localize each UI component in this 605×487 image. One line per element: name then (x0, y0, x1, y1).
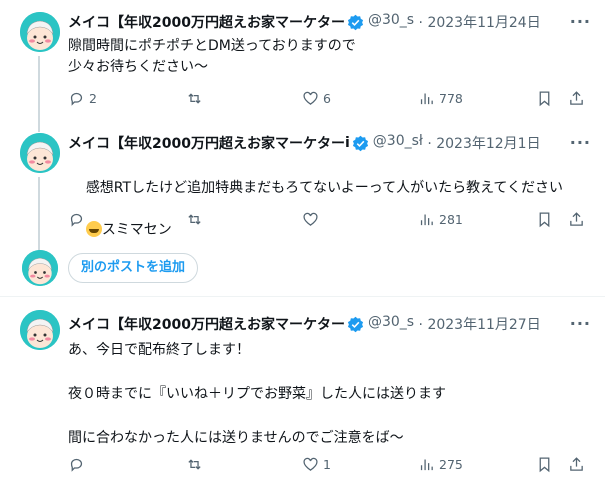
reply-button[interactable] (68, 456, 89, 473)
tweet-meta: @30_sł · 2023年12月1日 (373, 133, 541, 153)
views-icon (420, 214, 433, 226)
tweet[interactable]: メイコ【年収2000万円超えお家マーケター @30_s · 2023年11月27… (0, 297, 605, 487)
display-name[interactable]: メイコ【年収2000万円超えお家マーケター (68, 133, 345, 153)
share-icon (570, 91, 583, 105)
bookmark-icon (539, 212, 550, 228)
thread-line (38, 125, 40, 132)
retweet-button[interactable] (186, 211, 207, 228)
bookmark-button[interactable] (536, 211, 553, 228)
like-button[interactable]: 6 (302, 90, 331, 107)
tweet[interactable]: メイコ【年収2000万円超えお家マーケター @30_s · 2023年11月24… (0, 0, 605, 125)
views-button[interactable]: 275 (418, 456, 463, 473)
more-icon[interactable]: ··· (570, 12, 591, 31)
tweet-date[interactable]: 2023年12月1日 (436, 136, 540, 152)
reply-button[interactable]: 2 (68, 90, 97, 107)
tweet-text-line: 感想RTしたけど追加特典まだもろてないよーって人がいたら教えてください (85, 180, 563, 196)
views-icon (420, 93, 433, 105)
more-icon[interactable]: ··· (570, 133, 591, 152)
display-name[interactable]: メイコ【年収2000万円超えお家マーケター (68, 12, 345, 32)
bookmark-icon (539, 457, 550, 473)
handle[interactable]: @30_s (368, 12, 414, 28)
verified-icon (352, 135, 368, 151)
handle[interactable]: @30_sł (373, 133, 423, 149)
like-count: 1 (323, 457, 331, 472)
display-name[interactable]: メイコ【年収2000万円超えお家マーケター (68, 314, 345, 334)
tweet-header: メイコ【年収2000万円超えお家マーケター i @30_sł · 2023年12… (68, 133, 593, 153)
tweet-date[interactable]: 2023年11月27日 (427, 317, 540, 333)
tweet-meta: @30_s · 2023年11月27日 (368, 314, 541, 334)
retweet-icon (188, 214, 201, 225)
tweet-header: メイコ【年収2000万円超えお家マーケター @30_s · 2023年11月24… (68, 12, 593, 32)
handle[interactable]: @30_s (368, 314, 414, 330)
avatar[interactable] (20, 12, 60, 52)
separator: · (427, 136, 432, 152)
like-button[interactable] (302, 211, 323, 228)
tweet-date[interactable]: 2023年11月24日 (427, 15, 540, 31)
retweet-icon (188, 459, 201, 470)
avatar[interactable] (20, 133, 60, 173)
display-name-tail: i (344, 135, 350, 151)
add-post-button[interactable]: 別のポストを追加 (68, 253, 199, 283)
bookmark-button[interactable] (536, 456, 553, 473)
separator: · (418, 15, 423, 31)
tweet-meta: @30_s · 2023年11月24日 (368, 12, 541, 32)
reply-icon (70, 458, 83, 472)
share-icon (570, 212, 583, 226)
share-icon (570, 457, 583, 471)
thread-line (38, 56, 40, 125)
avatar[interactable] (20, 310, 60, 350)
retweet-button[interactable] (186, 456, 207, 473)
bookmark-button[interactable] (536, 90, 553, 107)
views-count: 275 (439, 457, 463, 472)
tweet-actions: 1 275 (68, 456, 588, 476)
like-icon (303, 91, 318, 105)
views-icon (420, 459, 433, 471)
share-button[interactable] (568, 90, 585, 107)
separator: · (418, 317, 423, 333)
more-icon[interactable]: ··· (570, 314, 591, 333)
reply-button[interactable] (68, 211, 89, 228)
views-count: 778 (439, 91, 463, 106)
verified-icon (347, 316, 364, 332)
like-icon (303, 212, 318, 226)
composer-avatar (22, 250, 58, 286)
reply-icon (70, 213, 83, 227)
like-count: 6 (323, 91, 331, 106)
views-button[interactable]: 281 (418, 211, 463, 228)
verified-icon (347, 14, 364, 30)
tweet-text: あ、今日で配布終了します！ 夜０時までに『いいね＋リプでお野菜』した人には送りま… (68, 342, 446, 446)
tweet-actions: 281 (68, 211, 588, 231)
tweet-text: 隙間時間にポチポチとDM送っておりますので 少々お待ちください〜 (68, 38, 356, 75)
reply-icon (70, 92, 83, 106)
tweet[interactable]: メイコ【年収2000万円超えお家マーケター i @30_sł · 2023年12… (0, 125, 605, 262)
tweet-text: 感想RTしたけど追加特典まだもろてないよーって人がいたら教えてください スミマセ… (68, 157, 581, 262)
reply-count: 2 (89, 91, 97, 106)
retweet-icon (188, 93, 201, 104)
like-icon (303, 457, 318, 471)
bookmark-icon (539, 91, 550, 107)
share-button[interactable] (568, 456, 585, 473)
tweet-header: メイコ【年収2000万円超えお家マーケター @30_s · 2023年11月27… (68, 314, 593, 334)
views-button[interactable]: 778 (418, 90, 463, 107)
retweet-button[interactable] (186, 90, 207, 107)
tweet-actions: 2 6 778 (68, 90, 588, 110)
share-button[interactable] (568, 211, 585, 228)
views-count: 281 (439, 212, 463, 227)
like-button[interactable]: 1 (302, 456, 331, 473)
